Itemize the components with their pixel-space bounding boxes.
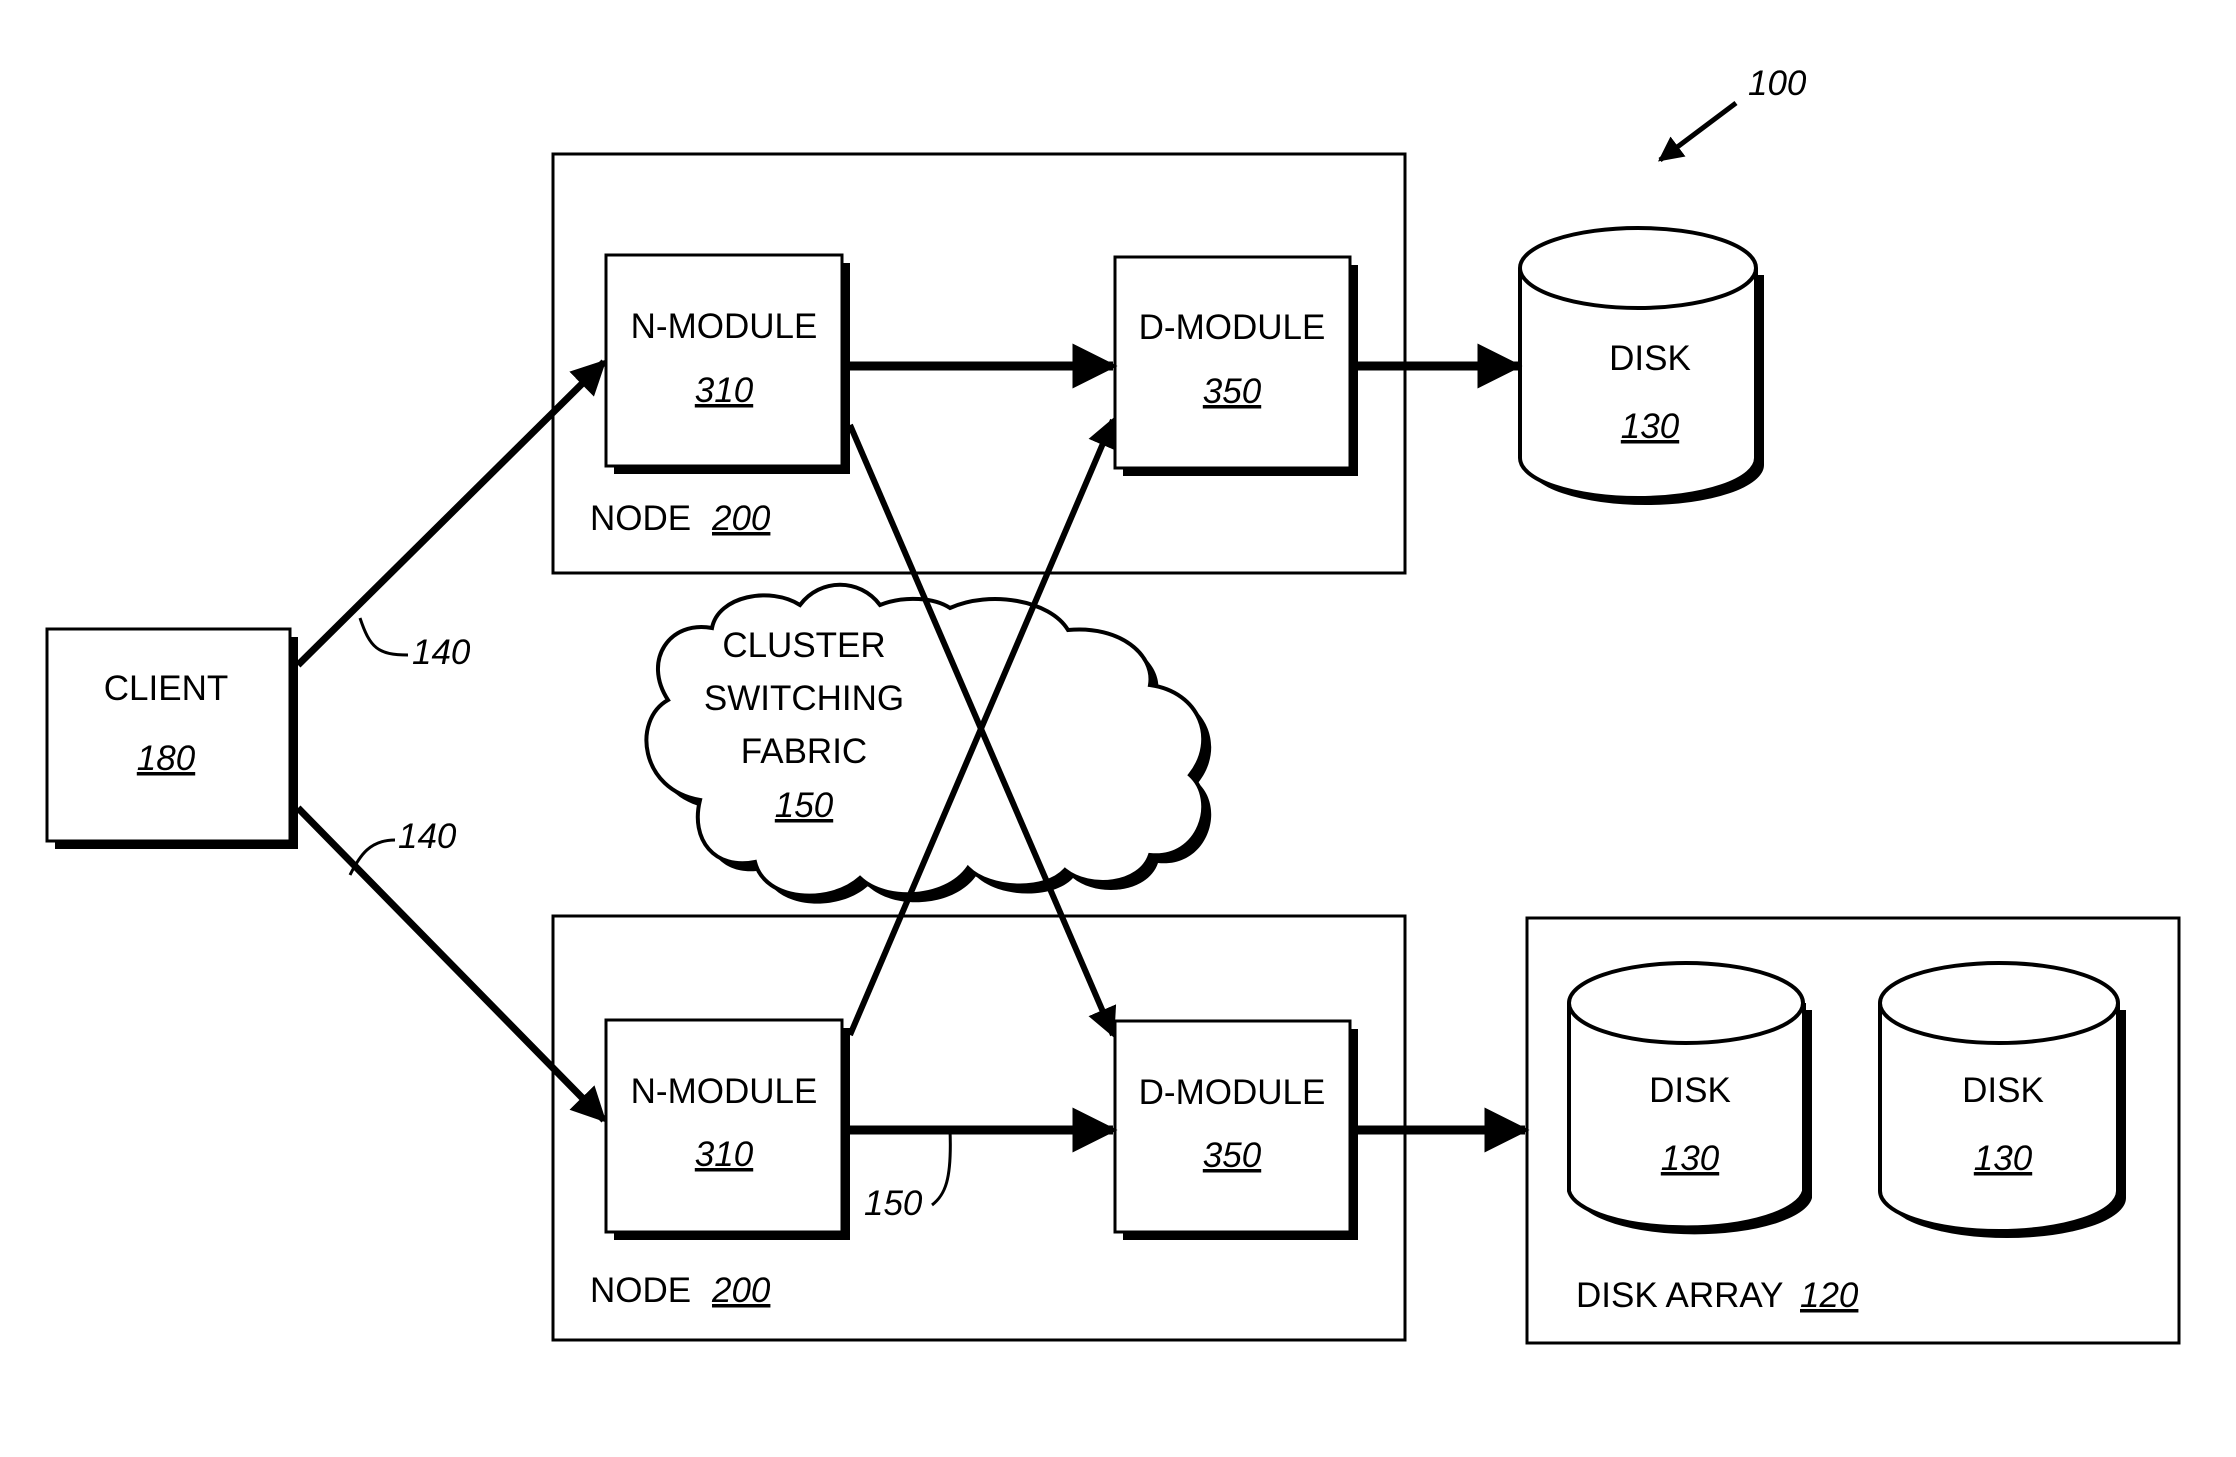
figure-reference: 100 [1658,64,1807,162]
n-module-bottom-box [604,1018,844,1234]
link-ref-140-top: 140 [412,633,471,672]
d-module-top-box [1113,255,1352,470]
disk-array-disk-2: DISK 130 [1878,961,2126,1238]
d-module-top-ref: 350 [1203,372,1262,411]
n-module-top-box [604,253,844,468]
client-ref: 180 [137,739,196,778]
d-module-top-label: D-MODULE [1139,308,1326,347]
disk-top-label: DISK [1609,339,1691,378]
client: CLIENT 180 [45,627,298,849]
d-module-bottom: D-MODULE 350 [1113,1019,1358,1240]
disk-top-ref: 130 [1621,407,1680,446]
disk-array: DISK ARRAY 120 DISK 130 DISK 130 [1525,916,2181,1345]
storage-cluster-diagram: 100 NODE 200 N-MODULE 310 D-MODULE 350 N… [45,64,2181,1345]
n-module-bottom: N-MODULE 310 [604,1018,850,1240]
disk-array-label: DISK ARRAY [1576,1276,1783,1315]
d-module-bottom-ref: 350 [1203,1136,1262,1175]
n-module-top-label: N-MODULE [631,307,818,346]
n-module-top-ref: 310 [695,371,754,410]
fabric-line3: FABRIC [741,732,867,771]
disk-top: DISK 130 [1518,226,1764,505]
node-top-ref: 200 [711,499,771,538]
leader-140-top [358,617,409,657]
disk-array-disk-1: DISK 130 [1567,961,1812,1235]
client-box [45,627,292,843]
disk-1-label: DISK [1649,1071,1731,1110]
disk-1-ref: 130 [1661,1139,1720,1178]
link-ref-150: 150 [864,1184,923,1223]
d-module-bottom-label: D-MODULE [1139,1073,1326,1112]
figure-ref-label: 100 [1748,64,1807,103]
link-ref-140-bottom: 140 [398,817,457,856]
figure-ref-arrow [1658,101,1738,162]
n-module-bottom-ref: 310 [695,1135,754,1174]
n-module-bottom-label: N-MODULE [631,1072,818,1111]
node-bottom-label: NODE [590,1271,691,1310]
node-bottom-ref: 200 [711,1271,771,1310]
client-label: CLIENT [104,669,228,708]
disk-2-lid [1878,961,2120,1045]
disk-array-ref: 120 [1800,1276,1859,1315]
n-module-top: N-MODULE 310 [604,253,850,474]
fabric-ref: 150 [775,786,834,825]
fabric-line1: CLUSTER [722,626,885,665]
d-module-bottom-box [1113,1019,1352,1234]
node-top-label: NODE [590,499,691,538]
arrow-client-to-n-module-top [295,359,607,668]
disk-top-lid [1518,226,1758,310]
leader-150 [931,1129,952,1207]
disk-2-ref: 130 [1974,1139,2033,1178]
disk-1-lid [1567,961,1805,1045]
fabric-line2: SWITCHING [704,679,904,718]
d-module-top: D-MODULE 350 [1113,255,1358,476]
disk-2-label: DISK [1962,1071,2044,1110]
